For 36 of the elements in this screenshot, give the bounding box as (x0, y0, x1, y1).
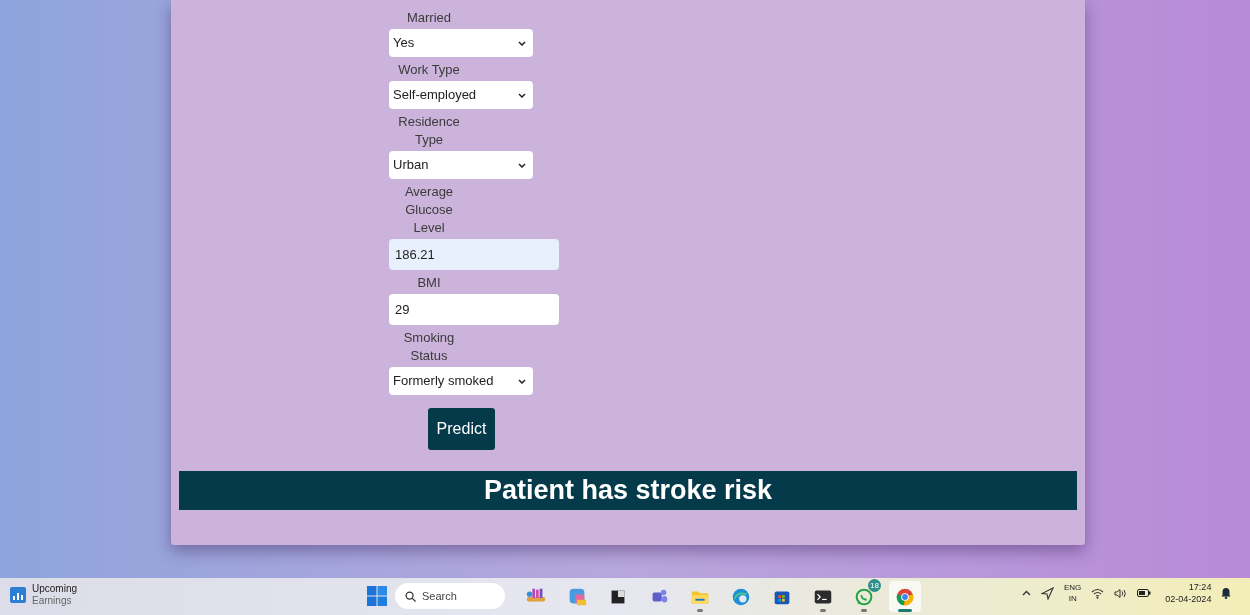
dropdown[interactable]: Urban (389, 151, 533, 179)
language-label[interactable]: ENG (1064, 582, 1082, 593)
search-field[interactable]: Search (395, 583, 505, 609)
notification-badge: 18 (868, 579, 881, 592)
chevron-down-icon (518, 40, 526, 46)
chevron-up-icon[interactable] (1022, 590, 1031, 596)
bell-icon[interactable] (1221, 587, 1232, 599)
windows-start-icon[interactable] (367, 586, 387, 606)
region-label[interactable]: IN (1068, 593, 1077, 604)
speaker-icon[interactable] (1114, 587, 1128, 599)
widget-title[interactable]: Upcoming (32, 583, 78, 595)
battery-icon[interactable] (1137, 589, 1152, 597)
dropdown[interactable]: Self-employed (389, 81, 533, 109)
search-icon (405, 590, 416, 602)
chevron-down-icon (518, 378, 526, 384)
field-label: Married (405, 9, 453, 27)
field-label: Residence Type (397, 113, 461, 149)
location-arrow-icon[interactable] (1041, 586, 1054, 600)
field-label: Average Glucose Level (403, 183, 455, 237)
clock-date[interactable]: 02-04-2024 (1165, 593, 1212, 605)
taskbar-app[interactable]: 18 (848, 581, 880, 612)
result-banner: Patient has stroke risk (179, 471, 1077, 510)
clock-time[interactable]: 17:24 (1188, 581, 1212, 593)
chart-icon[interactable] (10, 587, 26, 603)
field-label: Smoking Status (402, 329, 456, 365)
predict-button[interactable]: Predict (428, 408, 495, 450)
input-field[interactable]: 29 (389, 294, 559, 325)
wifi-icon[interactable] (1091, 587, 1105, 599)
widget-subtitle: Earnings (32, 595, 73, 607)
input-field[interactable]: 186.21 (389, 239, 559, 270)
dropdown[interactable]: Yes (389, 29, 533, 57)
chevron-down-icon (518, 92, 526, 98)
field-label: Work Type (397, 61, 461, 79)
field-label: BMI (416, 274, 442, 292)
chevron-down-icon (518, 162, 526, 168)
dropdown[interactable]: Formerly smoked (389, 367, 533, 395)
